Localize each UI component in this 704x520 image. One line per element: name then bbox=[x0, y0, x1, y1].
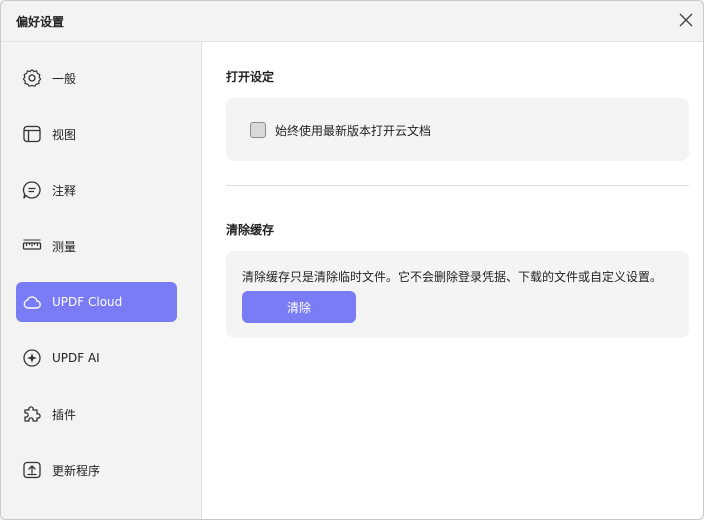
open-latest-label: 始终使用最新版本打开云文档 bbox=[275, 124, 432, 138]
clear-cache-title: 清除缓存 bbox=[226, 223, 275, 237]
sidebar-item-label: 注释 bbox=[52, 183, 77, 198]
clear-cache-button[interactable]: 清除 bbox=[242, 291, 356, 323]
sidebar-item-updf-ai[interactable]: UPDF AI bbox=[16, 338, 177, 378]
sidebar-item-label: 视图 bbox=[52, 127, 77, 142]
section-divider bbox=[226, 185, 689, 186]
open-settings-card: 始终使用最新版本打开云文档 bbox=[226, 98, 689, 161]
cloud-icon bbox=[22, 292, 42, 312]
sidebar-item-label: UPDF AI bbox=[52, 351, 100, 365]
sidebar-item-label: 更新程序 bbox=[52, 463, 101, 478]
gear-icon bbox=[22, 68, 42, 88]
sidebar-item-label: 插件 bbox=[52, 407, 77, 422]
preferences-dialog: 偏好设置 一般 视图 注释 测量 UPDF Cloud UPDF AI 插件 更… bbox=[0, 0, 704, 520]
settings-content: 打开设定 始终使用最新版本打开云文档 清除缓存 清除缓存只是清除临时文件。它不会… bbox=[202, 42, 703, 519]
sidebar-item-updater[interactable]: 更新程序 bbox=[16, 450, 177, 490]
sidebar-item-general[interactable]: 一般 bbox=[16, 58, 177, 98]
clear-cache-card: 清除缓存只是清除临时文件。它不会删除登录凭据、下载的文件或自定义设置。 清除 bbox=[226, 251, 689, 338]
dialog-title: 偏好设置 bbox=[16, 15, 65, 29]
comment-icon bbox=[22, 180, 42, 200]
sidebar: 一般 视图 注释 测量 UPDF Cloud UPDF AI 插件 更新程序 bbox=[1, 42, 202, 519]
ai-icon bbox=[22, 348, 42, 368]
layout-icon bbox=[22, 124, 42, 144]
title-bar: 偏好设置 bbox=[1, 1, 703, 42]
sidebar-item-measure[interactable]: 测量 bbox=[16, 226, 177, 266]
open-settings-title: 打开设定 bbox=[226, 70, 275, 84]
sidebar-item-label: 测量 bbox=[52, 239, 77, 254]
sidebar-item-label: 一般 bbox=[52, 71, 77, 86]
update-icon bbox=[22, 460, 42, 480]
close-icon[interactable] bbox=[677, 11, 695, 29]
sidebar-item-annotation[interactable]: 注释 bbox=[16, 170, 177, 210]
clear-cache-description: 清除缓存只是清除临时文件。它不会删除登录凭据、下载的文件或自定义设置。 bbox=[242, 270, 663, 284]
open-latest-checkbox[interactable] bbox=[250, 122, 266, 138]
sidebar-item-label: UPDF Cloud bbox=[52, 295, 123, 309]
sidebar-item-updf-cloud[interactable]: UPDF Cloud bbox=[16, 282, 177, 322]
ruler-icon bbox=[22, 236, 42, 256]
sidebar-item-plugins[interactable]: 插件 bbox=[16, 394, 177, 434]
puzzle-icon bbox=[22, 404, 42, 424]
sidebar-item-view[interactable]: 视图 bbox=[16, 114, 177, 154]
